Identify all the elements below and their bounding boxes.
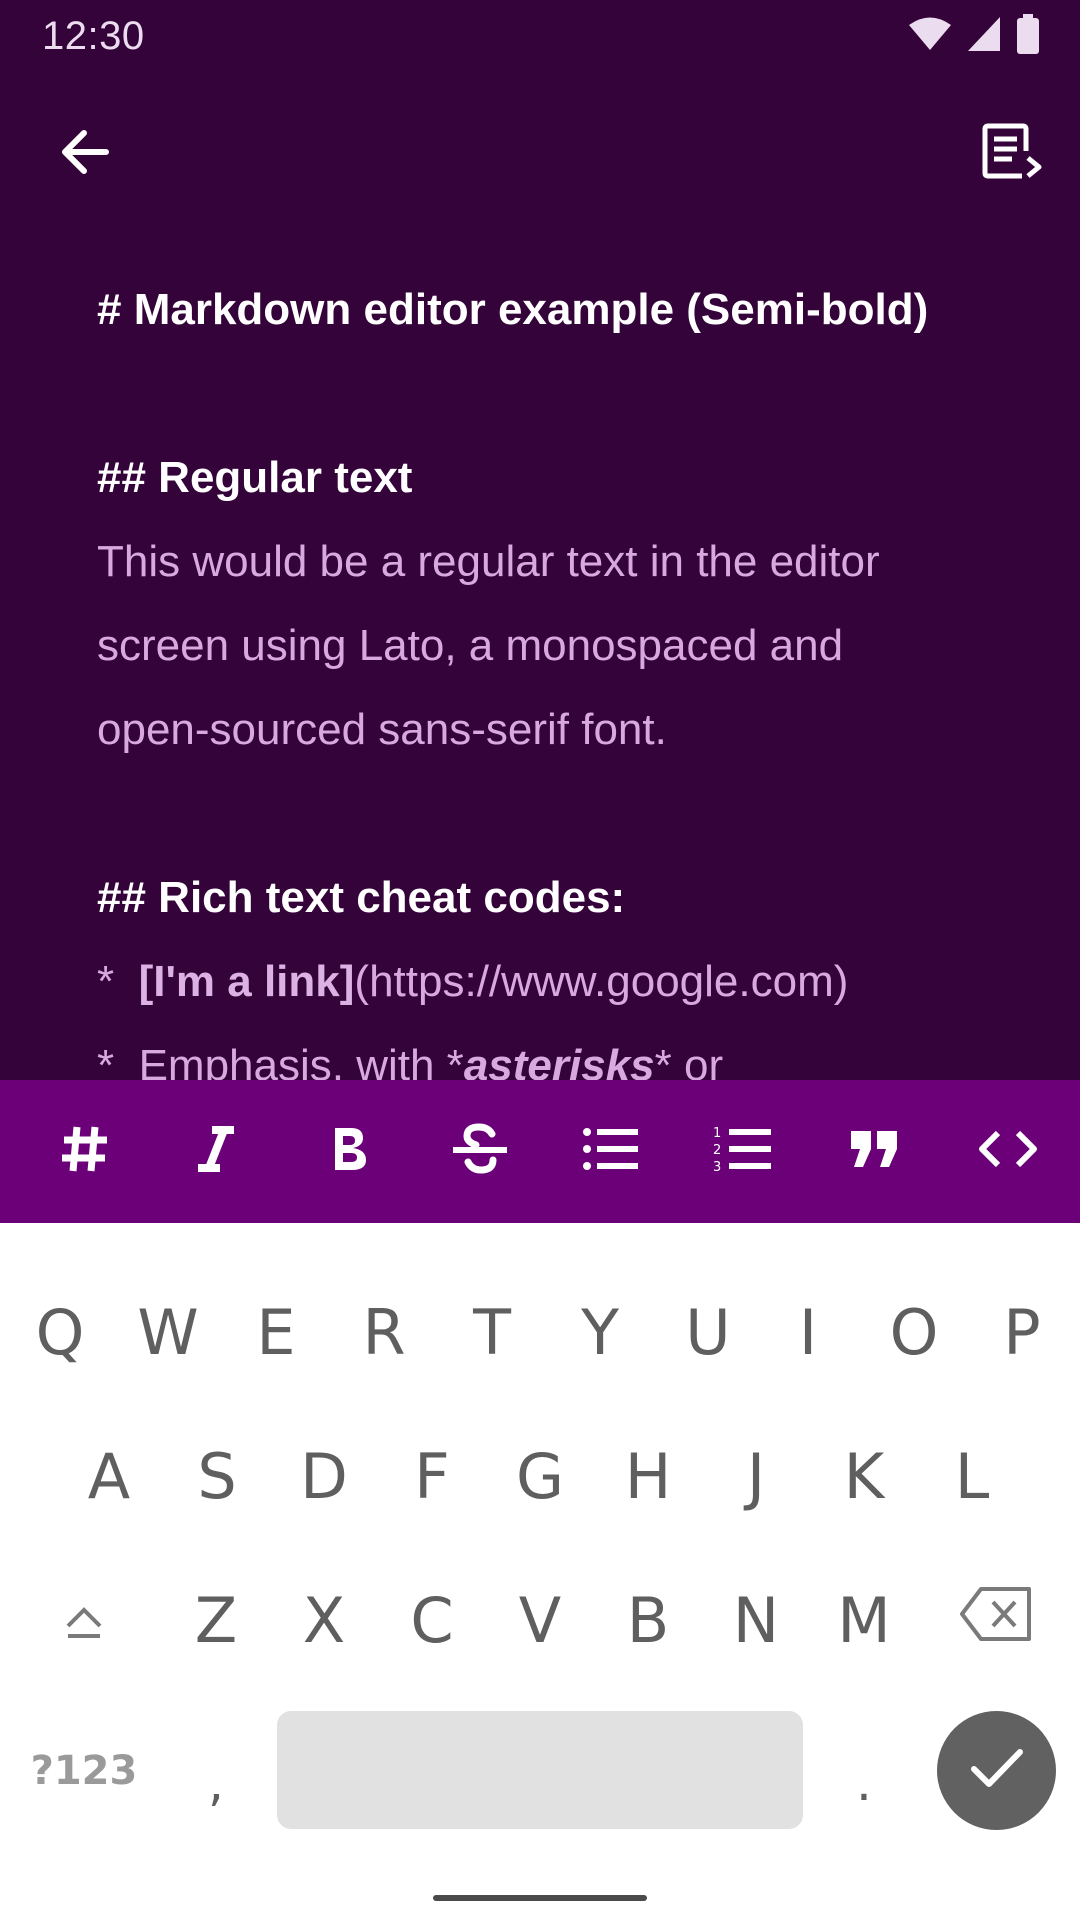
space-bar[interactable] [277, 1711, 803, 1829]
quote-icon [849, 1129, 901, 1174]
code-button[interactable] [942, 1080, 1073, 1223]
key-z[interactable]: Z [162, 1560, 270, 1680]
key-v[interactable]: V [486, 1560, 594, 1680]
emphasis-text: asterisks [463, 1041, 655, 1080]
backspace-icon [959, 1584, 1033, 1657]
quote-button[interactable] [809, 1080, 940, 1223]
bold-icon [329, 1124, 369, 1179]
numbered-list-icon: 1 2 3 [713, 1124, 773, 1179]
status-bar: 12:30 [0, 0, 1080, 75]
key-o[interactable]: O [860, 1272, 968, 1392]
top-app-bar [0, 95, 1080, 215]
editor-line-body: open-sourced sans-serif font. [97, 705, 667, 754]
key-i[interactable]: I [754, 1272, 862, 1392]
key-y[interactable]: Y [546, 1272, 654, 1392]
svg-text:2: 2 [713, 1143, 721, 1158]
key-j[interactable]: J [702, 1416, 810, 1536]
document-preview-icon [982, 123, 1044, 186]
key-a[interactable]: A [55, 1416, 163, 1536]
heading-button[interactable] [19, 1080, 150, 1223]
key-g[interactable]: G [486, 1416, 594, 1536]
key-r[interactable]: R [330, 1272, 438, 1392]
enter-key[interactable] [937, 1711, 1056, 1830]
emphasis-prefix: Emphasis, with * [138, 1041, 464, 1080]
key-f[interactable]: F [378, 1416, 486, 1536]
link-text: [I'm a link] [138, 957, 355, 1006]
battery-icon [1016, 13, 1040, 59]
status-icons [908, 13, 1040, 59]
key-b[interactable]: B [594, 1560, 702, 1680]
key-h[interactable]: H [594, 1416, 702, 1536]
numbered-list-button[interactable]: 1 2 3 [677, 1080, 808, 1223]
key-u[interactable]: U [654, 1272, 762, 1392]
key-p[interactable]: P [968, 1272, 1076, 1392]
wifi-icon [908, 16, 952, 57]
svg-text:1: 1 [713, 1126, 721, 1141]
soft-keyboard: Q W E R T Y U I O P A S D F G H J K L Z … [0, 1223, 1080, 1920]
editor-line-body: screen using Lato, a monospaced and [97, 621, 844, 670]
code-icon [978, 1129, 1038, 1174]
gesture-nav-handle[interactable] [433, 1895, 647, 1901]
key-s[interactable]: S [163, 1416, 271, 1536]
status-time: 12:30 [42, 14, 145, 58]
period-key[interactable]: . [810, 1723, 918, 1843]
bulleted-list-icon [582, 1127, 640, 1176]
preview-button[interactable] [974, 115, 1052, 193]
checkmark-icon [969, 1746, 1025, 1795]
italic-button[interactable] [150, 1080, 281, 1223]
backspace-key[interactable] [942, 1560, 1050, 1680]
italic-icon [196, 1124, 236, 1179]
shift-key[interactable] [30, 1560, 138, 1680]
key-d[interactable]: D [270, 1416, 378, 1536]
editor-line-title: # Markdown editor example (Semi-bold) [97, 285, 929, 334]
bullet-marker: * [97, 957, 115, 1006]
editor-line-heading-regular: ## Regular text [97, 453, 413, 502]
strikethrough-button[interactable] [414, 1080, 545, 1223]
bold-button[interactable] [283, 1080, 414, 1223]
key-e[interactable]: E [222, 1272, 330, 1392]
hash-icon [59, 1123, 111, 1180]
comma-key[interactable]: , [162, 1723, 270, 1843]
shift-icon [64, 1584, 104, 1657]
symbols-key[interactable]: ?123 [30, 1711, 138, 1831]
bulleted-list-button[interactable] [545, 1080, 676, 1223]
key-n[interactable]: N [702, 1560, 810, 1680]
key-l[interactable]: L [918, 1416, 1026, 1536]
editor-line-link: * [I'm a link](https://www.google.com) [97, 957, 848, 1007]
key-c[interactable]: C [378, 1560, 486, 1680]
key-t[interactable]: T [438, 1272, 546, 1392]
editor-line-body: This would be a regular text in the edit… [97, 537, 880, 586]
markdown-editor[interactable]: # Markdown editor example (Semi-bold) ##… [0, 215, 1080, 1080]
back-button[interactable] [45, 115, 123, 193]
key-x[interactable]: X [270, 1560, 378, 1680]
signal-icon [966, 15, 1002, 58]
key-w[interactable]: W [114, 1272, 222, 1392]
bullet-marker: * [97, 1041, 115, 1080]
key-q[interactable]: Q [6, 1272, 114, 1392]
key-k[interactable]: K [810, 1416, 918, 1536]
editor-line-heading-cheat: ## Rich text cheat codes: [97, 873, 626, 922]
editor-line-emphasis: * Emphasis, with *asterisks* or [97, 1041, 723, 1080]
strikethrough-icon [450, 1122, 510, 1181]
arrow-left-icon [58, 128, 110, 181]
link-url: (https://www.google.com) [354, 957, 849, 1006]
formatting-toolbar: 1 2 3 [0, 1080, 1080, 1223]
svg-text:3: 3 [713, 1160, 721, 1174]
key-m[interactable]: M [810, 1560, 918, 1680]
emphasis-suffix: * or [654, 1041, 724, 1080]
